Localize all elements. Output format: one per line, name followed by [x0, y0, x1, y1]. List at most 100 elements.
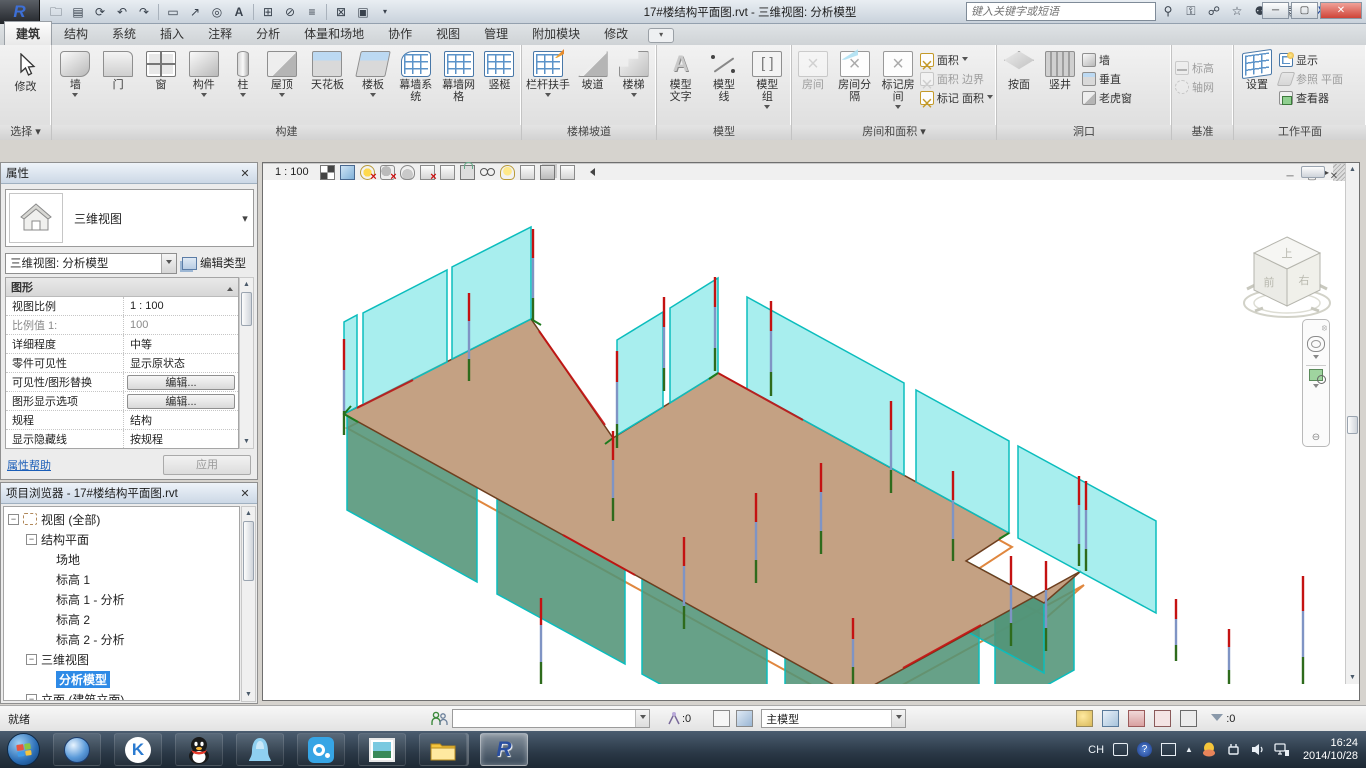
reveal-hidden-icon[interactable] [500, 165, 515, 180]
filter-icon[interactable] [1211, 714, 1223, 727]
navbar-collapse-icon[interactable]: ⊖ [1312, 432, 1320, 443]
vertical-opening-button[interactable]: 垂直 [1082, 71, 1132, 87]
viewcube-top-label[interactable]: 上 [1282, 247, 1293, 260]
visual-style-icon[interactable] [340, 165, 355, 180]
tab-manage[interactable]: 管理 [472, 21, 520, 45]
ramp-button[interactable]: 坡道 [573, 48, 612, 92]
tab-annotate[interactable]: 注释 [196, 21, 244, 45]
room-separator-button[interactable]: 房间分隔 [833, 48, 876, 104]
tree-item-site[interactable]: 场地 [4, 549, 239, 569]
keyboard-icon[interactable] [1113, 743, 1128, 756]
wall-opening-button[interactable]: 墙 [1082, 52, 1132, 68]
tab-massing-site[interactable]: 体量和场地 [292, 21, 376, 45]
horizontal-scrollbar[interactable] [601, 164, 1319, 180]
taskbar-photo-viewer-button[interactable] [358, 733, 406, 766]
search-input[interactable] [966, 2, 1156, 21]
language-indicator[interactable]: CH [1088, 744, 1104, 756]
tab-view[interactable]: 视图 [424, 21, 472, 45]
taskbar-tm-button[interactable] [236, 733, 284, 766]
design-option-combobox[interactable]: 主模型 [761, 709, 906, 728]
model-canvas[interactable] [263, 163, 1347, 684]
select-underlay-icon[interactable] [1102, 710, 1119, 727]
speaker-icon[interactable] [1250, 742, 1265, 757]
properties-close-icon[interactable]: ✕ [238, 167, 252, 180]
switch-windows-icon[interactable]: ▣ [355, 4, 371, 20]
tree-item-level1-analytical[interactable]: 标高 1 - 分析 [4, 589, 239, 609]
favorites-star-icon[interactable]: ☆ [1229, 3, 1245, 19]
scrollbar-thumb[interactable] [1301, 166, 1325, 178]
select-pinned-icon[interactable] [1128, 710, 1145, 727]
taskbar-explorer-button[interactable] [419, 733, 467, 766]
tab-systems[interactable]: 系统 [100, 21, 148, 45]
tree-item-elevations[interactable]: −立面 (建筑立面) [4, 689, 239, 701]
start-button[interactable] [7, 733, 40, 766]
show-crop-region-icon[interactable] [440, 165, 455, 180]
model-group-button[interactable]: 模型组 [747, 48, 788, 113]
collapse-icon[interactable]: − [26, 654, 37, 665]
show-hidden-icons[interactable]: ▲ [1185, 745, 1193, 754]
sync-icon[interactable]: ⟳ [92, 4, 108, 20]
tab-addins[interactable]: 附加模块 [520, 21, 592, 45]
ceiling-button[interactable]: 天花板 [304, 48, 350, 92]
subscription-icon[interactable]: ⚿ [1183, 3, 1199, 19]
scrollbar-thumb[interactable] [243, 521, 254, 581]
area-button[interactable]: 面积 [920, 52, 993, 68]
taskbar-baidu-pan-button[interactable] [297, 733, 345, 766]
dormer-button[interactable]: 老虎窗 [1082, 90, 1132, 106]
steering-wheel-icon[interactable] [1307, 336, 1325, 352]
unlock-view-icon[interactable] [460, 165, 475, 180]
section-icon[interactable]: ⊘ [282, 4, 298, 20]
tree-item-views[interactable]: −视图 (全部) [4, 509, 239, 529]
tab-architecture[interactable]: 建筑 [4, 21, 52, 45]
vertical-scrollbar[interactable]: ▲ ▼ [1345, 163, 1359, 684]
zoom-options-icon[interactable] [1313, 384, 1319, 391]
hidden-lines-value[interactable]: 按规程 [124, 431, 238, 447]
worksets-icon[interactable] [430, 711, 448, 727]
filter-control[interactable]: :0 [1211, 712, 1235, 725]
parts-visibility-value[interactable]: 显示原状态 [124, 355, 238, 371]
help-tray-icon[interactable]: ? [1137, 742, 1152, 757]
wheel-options-icon[interactable] [1313, 355, 1319, 362]
shadows-icon[interactable] [380, 165, 395, 180]
browser-scrollbar[interactable]: ▲ ▼ [241, 506, 256, 702]
viewer-button[interactable]: 查看器 [1279, 90, 1343, 106]
combo-dropdown-icon[interactable] [161, 254, 176, 273]
taskbar-qq-button[interactable] [175, 733, 223, 766]
safely-remove-icon[interactable] [1226, 742, 1241, 757]
model-text-button[interactable]: 模型文字 [660, 48, 701, 104]
tag-room-button[interactable]: 标记房间 [878, 48, 918, 113]
render-icon[interactable] [400, 165, 415, 180]
wall-button[interactable]: 墙 [55, 48, 96, 101]
tab-collaborate[interactable]: 协作 [376, 21, 424, 45]
close-button[interactable]: ✕ [1320, 2, 1362, 19]
opening-by-face-button[interactable]: 按面 [1000, 48, 1038, 92]
window-button[interactable]: 窗 [141, 48, 182, 92]
shaft-button[interactable]: 竖井 [1040, 48, 1080, 92]
viewcube-front-label[interactable]: 前 [1264, 275, 1275, 289]
taskbar-k-app-button[interactable]: K [114, 733, 162, 766]
displaced-elements-icon[interactable] [540, 165, 555, 180]
component-button[interactable]: 构件 [183, 48, 224, 101]
tab-insert[interactable]: 插入 [148, 21, 196, 45]
floor-button[interactable]: 楼板 [353, 48, 394, 101]
view-scale-value[interactable]: 1 : 100 [124, 300, 238, 312]
vg-edit-button[interactable]: 编辑... [127, 375, 235, 390]
text-icon[interactable]: A [231, 4, 247, 20]
viewcube-right-label[interactable]: 右 [1299, 273, 1310, 287]
scrollbar-thumb[interactable] [1347, 416, 1358, 434]
collapse-icon[interactable]: − [26, 694, 37, 702]
search-icon[interactable]: ⚲ [1160, 3, 1176, 19]
curtain-system-button[interactable]: 幕墙系统 [395, 48, 436, 104]
tree-item-structural-plans[interactable]: −结构平面 [4, 529, 239, 549]
save-icon[interactable]: ▤ [70, 4, 86, 20]
temporary-hide-isolate-icon[interactable] [480, 165, 495, 180]
active-only-icon[interactable] [713, 710, 730, 727]
show-workplane-button[interactable]: 显示 [1279, 52, 1343, 68]
stair-button[interactable]: 楼梯 [614, 48, 653, 101]
edit-type-button[interactable]: 编辑类型 [180, 253, 255, 274]
wall-dropdown-icon[interactable] [72, 93, 78, 100]
customize-qat-icon[interactable]: ▾ [377, 4, 393, 20]
taskbar-revit-button[interactable]: R [480, 733, 528, 766]
crop-view-icon[interactable] [420, 165, 435, 180]
tree-item-level2[interactable]: 标高 2 [4, 609, 239, 629]
